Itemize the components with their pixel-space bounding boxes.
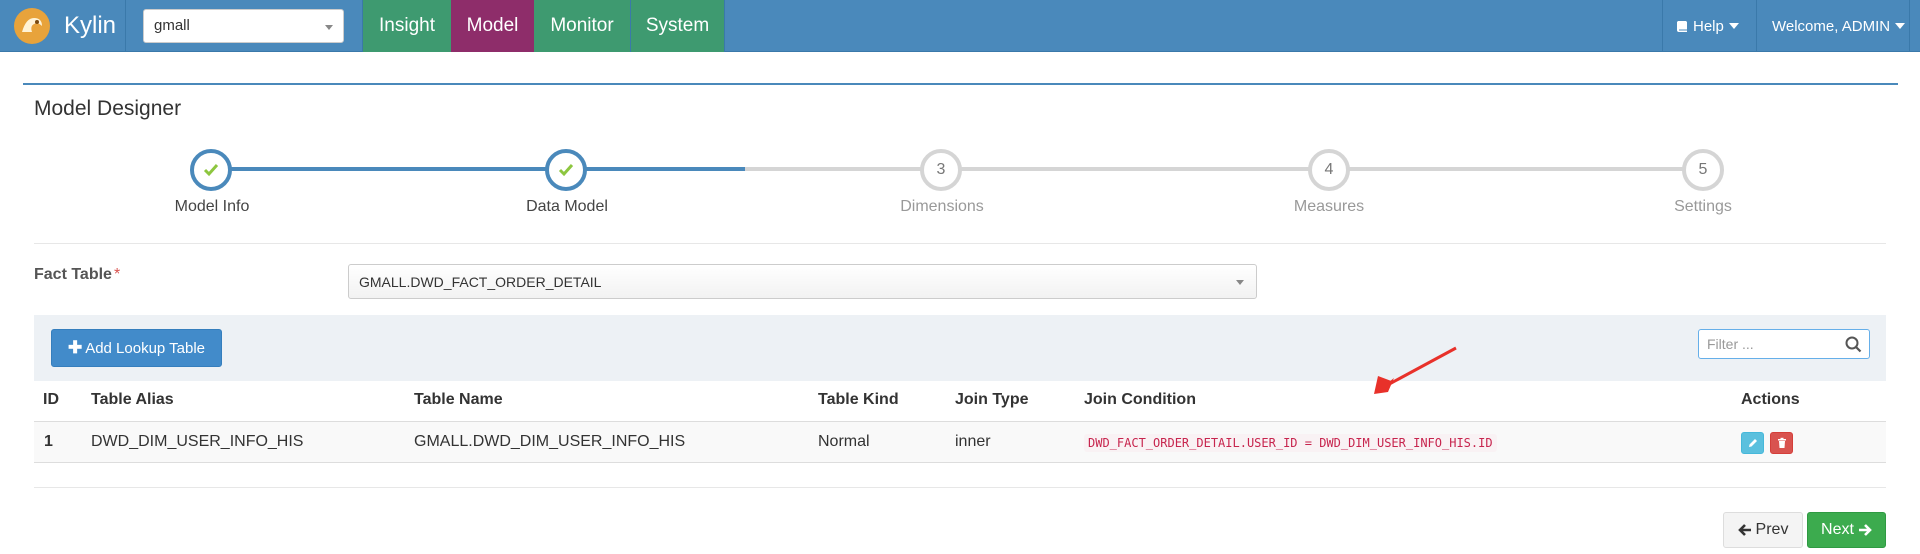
step-label-model-info: Model Info bbox=[174, 198, 250, 215]
column-header-table-alias: Table Alias bbox=[91, 391, 174, 408]
book-icon bbox=[1677, 20, 1687, 32]
brand-name: Kylin bbox=[64, 12, 117, 39]
column-header-actions: Actions bbox=[1741, 391, 1800, 408]
add-lookup-label: Add Lookup Table bbox=[85, 339, 206, 357]
chevron-down-icon bbox=[325, 25, 333, 30]
tab-model[interactable]: Model bbox=[451, 0, 534, 52]
next-label: Next bbox=[1821, 521, 1854, 538]
pencil-icon bbox=[1748, 439, 1757, 447]
help-menu[interactable]: Help bbox=[1676, 0, 1739, 52]
column-header-id: ID bbox=[43, 391, 59, 408]
top-navbar: Kylin gmall Insight Model Monitor System… bbox=[0, 0, 1920, 52]
project-select[interactable]: gmall bbox=[143, 9, 344, 43]
next-button[interactable]: Next bbox=[1807, 512, 1886, 548]
column-header-join-condition: Join Condition bbox=[1084, 391, 1196, 408]
user-menu[interactable]: Welcome, ADMIN bbox=[1772, 0, 1906, 52]
tab-insight[interactable]: Insight bbox=[363, 0, 451, 52]
fact-table-select[interactable]: GMALL.DWD_FACT_ORDER_DETAIL bbox=[348, 264, 1257, 299]
add-lookup-table-button[interactable]: ✚ Add Lookup Table bbox=[51, 329, 222, 367]
wizard-step-5[interactable]: 5 bbox=[1682, 149, 1724, 191]
help-label: Help bbox=[1693, 17, 1724, 35]
required-mark: * bbox=[113, 266, 121, 283]
nav-divider bbox=[724, 0, 725, 52]
filter-input[interactable]: Filter ... bbox=[1698, 329, 1870, 359]
step-label-settings: Settings bbox=[1674, 198, 1732, 215]
filter-placeholder: Filter ... bbox=[1707, 336, 1754, 352]
step-label-data-model: Data Model bbox=[526, 198, 608, 215]
cell-table-name: GMALL.DWD_DIM_USER_INFO_HIS bbox=[414, 433, 686, 450]
wizard-step-2[interactable] bbox=[545, 149, 587, 191]
cell-table-kind: Normal bbox=[818, 433, 870, 450]
divider bbox=[34, 243, 1886, 244]
annotation-arrow-icon bbox=[1374, 346, 1457, 394]
welcome-label: Welcome, ADMIN bbox=[1772, 17, 1891, 35]
brand[interactable]: Kylin bbox=[0, 0, 125, 52]
cell-table-alias: DWD_DIM_USER_INFO_HIS bbox=[91, 433, 304, 450]
nav-divider bbox=[125, 0, 126, 52]
step-label-dimensions: Dimensions bbox=[900, 198, 984, 215]
tab-system-label: System bbox=[645, 15, 710, 36]
fact-table-label-text: Fact Table bbox=[34, 266, 112, 283]
chevron-down-icon bbox=[1236, 280, 1244, 285]
column-header-table-name: Table Name bbox=[414, 391, 503, 408]
plus-icon: ✚ bbox=[67, 338, 83, 357]
tab-system[interactable]: System bbox=[631, 0, 724, 52]
wizard-step-3[interactable]: 3 bbox=[920, 149, 962, 191]
project-select-value: gmall bbox=[154, 17, 190, 34]
step-number: 5 bbox=[1698, 161, 1708, 178]
join-condition-code: DWD_FACT_ORDER_DETAIL.USER_ID = DWD_DIM_… bbox=[1084, 434, 1497, 452]
arrow-right-icon bbox=[1858, 524, 1872, 536]
wizard-step-4[interactable]: 4 bbox=[1308, 149, 1350, 191]
search-icon[interactable] bbox=[1845, 336, 1862, 353]
wizard-progress-done bbox=[211, 167, 745, 171]
step-number: 4 bbox=[1324, 161, 1334, 178]
fact-table-value: GMALL.DWD_FACT_ORDER_DETAIL bbox=[359, 274, 602, 290]
lookup-toolbar bbox=[34, 315, 1886, 381]
caret-down-icon bbox=[1895, 23, 1906, 29]
step-label-measures: Measures bbox=[1293, 198, 1365, 215]
delete-lookup-button[interactable] bbox=[1770, 432, 1793, 454]
edit-lookup-button[interactable] bbox=[1741, 432, 1764, 454]
wizard-step-1[interactable] bbox=[190, 149, 232, 191]
nav-divider bbox=[1756, 0, 1757, 52]
tab-model-label: Model bbox=[466, 15, 519, 36]
check-icon bbox=[203, 164, 219, 177]
tab-monitor[interactable]: Monitor bbox=[534, 0, 630, 52]
page-title: Model Designer bbox=[34, 97, 182, 120]
wizard-progress-remaining bbox=[745, 167, 1703, 171]
kylin-logo-icon bbox=[14, 8, 50, 44]
nav-divider bbox=[1662, 0, 1663, 52]
arrow-left-icon bbox=[1737, 524, 1751, 536]
caret-down-icon bbox=[1728, 23, 1739, 29]
check-icon bbox=[558, 164, 574, 177]
cell-join-condition: DWD_FACT_ORDER_DETAIL.USER_ID = DWD_DIM_… bbox=[1084, 434, 1497, 452]
column-header-join-type: Join Type bbox=[955, 391, 1029, 408]
nav-divider bbox=[1909, 0, 1910, 52]
column-header-table-kind: Table Kind bbox=[818, 391, 899, 408]
trash-icon bbox=[1777, 437, 1786, 448]
cell-join-type: inner bbox=[955, 433, 991, 450]
tab-monitor-label: Monitor bbox=[550, 15, 614, 36]
fact-table-label: Fact Table * bbox=[34, 266, 120, 284]
tab-insight-label: Insight bbox=[379, 15, 435, 36]
prev-label: Prev bbox=[1755, 521, 1789, 538]
prev-button[interactable]: Prev bbox=[1723, 512, 1803, 548]
cell-id: 1 bbox=[44, 433, 53, 450]
step-number: 3 bbox=[936, 161, 946, 178]
divider bbox=[34, 487, 1886, 488]
